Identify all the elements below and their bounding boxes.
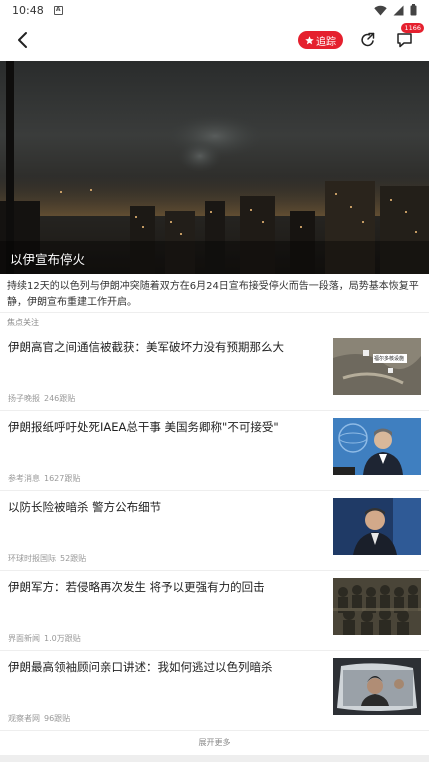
car-window-photo xyxy=(333,658,421,715)
person-photo xyxy=(333,498,421,555)
back-button[interactable] xyxy=(10,27,36,53)
status-bar: 10:48 A xyxy=(0,0,429,20)
follow-button[interactable]: 追踪 xyxy=(298,31,343,49)
news-meta: 扬子晚报 246跟贴 xyxy=(8,393,75,404)
battery-icon xyxy=(410,4,417,16)
share-button[interactable] xyxy=(357,29,379,51)
news-title: 伊朗高官之间通信被截获：美军破坏力没有预期那么大 xyxy=(8,340,284,354)
news-source: 扬子晚报 xyxy=(8,394,40,403)
news-item[interactable]: 伊朗高官之间通信被截获：美军破坏力没有预期那么大 扬子晚报 246跟贴 福尔多核设… xyxy=(0,331,429,410)
star-icon xyxy=(305,35,314,44)
person-photo xyxy=(333,418,421,475)
news-comment-count: 52跟贴 xyxy=(60,554,87,563)
share-icon xyxy=(361,32,375,47)
news-source: 环球时报国际 xyxy=(8,554,56,563)
chevron-left-icon xyxy=(18,32,27,48)
news-source: 观察者网 xyxy=(8,714,40,723)
status-time: 10:48 xyxy=(12,3,44,17)
news-comment-count: 1627跟贴 xyxy=(44,474,81,483)
news-title: 伊朗最高领袖顾问亲口讲述：我如何逃过以色列暗杀 xyxy=(8,660,273,674)
expand-more-button[interactable]: 展开更多 xyxy=(0,733,429,753)
news-thumbnail xyxy=(333,658,421,715)
news-item[interactable]: 伊朗报纸呼吁处死IAEA总干事 美国务卿称"不可接受" 参考消息 1627跟贴 xyxy=(0,411,429,490)
news-item[interactable]: 伊朗最高领袖顾问亲口讲述：我如何逃过以色列暗杀 观察者网 96跟贴 xyxy=(0,651,429,730)
comment-count-badge: 1166 xyxy=(401,23,424,33)
news-meta: 参考消息 1627跟贴 xyxy=(8,473,80,484)
news-thumbnail xyxy=(333,498,421,555)
news-source: 界面新闻 xyxy=(8,634,40,643)
news-comment-count: 246跟贴 xyxy=(44,394,76,403)
wifi-icon xyxy=(374,5,387,15)
follow-label: 追踪 xyxy=(316,36,336,48)
hero-caption: 以伊宣布停火 xyxy=(10,252,86,267)
comment-icon xyxy=(396,33,412,48)
divider xyxy=(0,312,429,313)
soldiers-photo xyxy=(333,578,421,635)
news-thumbnail: 福尔多核设施 xyxy=(333,338,421,395)
news-comment-count: 96跟贴 xyxy=(44,714,71,723)
news-source: 参考消息 xyxy=(8,474,40,483)
divider xyxy=(0,730,429,731)
news-comment-count: 1.0万跟贴 xyxy=(44,634,81,643)
news-thumbnail xyxy=(333,578,421,635)
news-meta: 界面新闻 1.0万跟贴 xyxy=(8,633,81,644)
night-city-image xyxy=(0,61,429,274)
comments-button[interactable]: 1166 xyxy=(393,23,424,51)
thumbnail-label: 福尔多核设施 xyxy=(374,356,405,362)
signal-icon xyxy=(393,5,404,15)
bottom-separator xyxy=(0,755,429,762)
section-label-focus: 焦点关注 xyxy=(7,318,39,327)
news-thumbnail xyxy=(333,418,421,475)
satellite-image xyxy=(333,338,421,395)
news-meta: 环球时报国际 52跟贴 xyxy=(8,553,86,564)
news-item[interactable]: 伊朗军方：若侵略再次发生 将予以更强有力的回击 界面新闻 1.0万跟贴 xyxy=(0,571,429,650)
event-summary: 持续12天的以色列与伊朗冲突随着双方在6月24日宣布接受停火而告一段落，局势基本… xyxy=(7,281,419,308)
notification-icon: A xyxy=(53,5,63,15)
news-title: 伊朗军方：若侵略再次发生 将予以更强有力的回击 xyxy=(8,580,265,594)
news-item[interactable]: 以防长险被暗杀 警方公布细节 环球时报国际 52跟贴 xyxy=(0,491,429,570)
news-title: 以防长险被暗杀 警方公布细节 xyxy=(8,500,162,514)
nav-bar: 追踪 1166 xyxy=(0,22,429,58)
hero-image[interactable]: 以伊宣布停火 xyxy=(0,61,429,274)
news-title: 伊朗报纸呼吁处死IAEA总干事 美国务卿称"不可接受" xyxy=(8,420,279,434)
news-meta: 观察者网 96跟贴 xyxy=(8,713,70,724)
